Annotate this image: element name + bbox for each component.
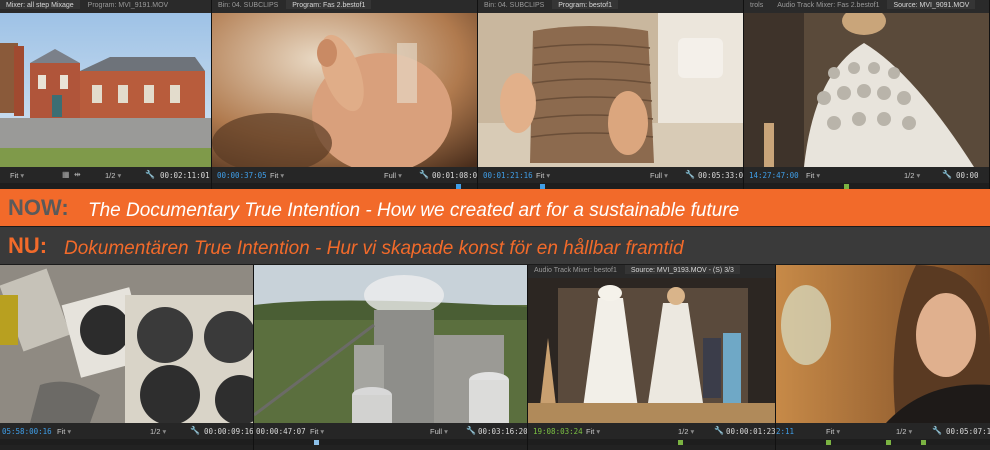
video-frame-cardboard-sculpture — [478, 13, 743, 167]
monitor-panel-4: trols Audio Track Mixer: Fas 2.bestof1 S… — [744, 0, 990, 189]
zoom-dropdown[interactable]: Fit — [536, 171, 550, 180]
monitor-controls: 00:00:47:07 Fit Full 🔧 00:03:16:20 — [254, 423, 527, 439]
video-frame-woman-portrait — [776, 265, 990, 423]
marker[interactable] — [921, 440, 926, 445]
monitor-panel-1: Mixer: all step Mixage Program: MVI_9191… — [0, 0, 212, 189]
resolution-dropdown[interactable]: 1/2 — [678, 427, 694, 436]
monitor-controls: Fit ▦ ⇹ 1/2 🔧 00:02:11:01 — [0, 167, 211, 183]
settings-icon[interactable]: ▦ — [62, 170, 70, 179]
resolution-dropdown[interactable]: Full — [384, 171, 402, 180]
timecode-duration: 00:00 — [956, 171, 979, 180]
in-marker[interactable] — [826, 440, 831, 445]
timecode-duration: 00:03:16:20 — [478, 427, 528, 436]
banner-title: The Documentary True Intention - How we … — [88, 200, 740, 221]
playhead[interactable] — [314, 440, 319, 445]
panel-tab[interactable]: trols — [744, 0, 769, 9]
in-marker[interactable] — [678, 440, 683, 445]
monitor-panel-6: 00:00:47:07 Fit Full 🔧 00:03:16:20 — [254, 265, 528, 450]
monitor-controls: 14:27:47:00 Fit 1/2 🔧 00:00 — [744, 167, 989, 183]
panel-tabs: trols Audio Track Mixer: Fas 2.bestof1 S… — [744, 0, 989, 14]
video-frame-exhibition — [528, 278, 775, 423]
scrub-bar[interactable] — [254, 439, 527, 445]
out-marker[interactable] — [886, 440, 891, 445]
banner-english: NOW: The Documentary True Intention - Ho… — [0, 189, 990, 226]
wrench-icon[interactable]: 🔧 — [932, 426, 942, 435]
banner-label: NOW: — [8, 195, 69, 220]
resolution-dropdown[interactable]: 1/2 — [105, 171, 121, 180]
panel-tab[interactable]: Audio Track Mixer: Fas 2.bestof1 — [771, 0, 885, 9]
zoom-dropdown[interactable]: Fit — [586, 427, 600, 436]
timecode-current: 14:27:47:00 — [749, 171, 799, 180]
timecode-duration: 00:05:33:06 — [698, 171, 744, 180]
banner-label: NU: — [8, 233, 48, 258]
wrench-icon[interactable]: 🔧 — [685, 170, 695, 179]
insert-icon[interactable]: ⇹ — [74, 170, 81, 179]
timecode-current: 00:00:47:07 — [256, 427, 306, 436]
panel-tab[interactable]: Source: MVI_9193.MOV - (S) 3/3 — [624, 265, 740, 274]
monitor-panel-5: 05:58:00:16 Fit 1/2 🔧 00:00:09:16 — [0, 265, 254, 450]
timecode-current: 00:01:21:16 — [483, 171, 533, 180]
resolution-dropdown[interactable]: Full — [430, 427, 448, 436]
panel-tab[interactable]: Program: bestof1 — [552, 0, 618, 9]
resolution-dropdown[interactable]: 1/2 — [896, 427, 912, 436]
panel-tabs: Mixer: all step Mixage Program: MVI_9191… — [0, 0, 211, 14]
wrench-icon[interactable]: 🔧 — [190, 426, 200, 435]
timecode-current: 2:11 — [776, 427, 795, 436]
video-frame-paper-dress — [744, 13, 989, 167]
scrub-bar[interactable] — [528, 439, 775, 445]
banner-title: Dokumentären True Intention - Hur vi ska… — [64, 238, 684, 259]
monitor-controls: 19:08:03:24 Fit 1/2 🔧 00:00:01:23 — [528, 423, 775, 439]
panel-tab[interactable]: Source: MVI_9091.MOV — [887, 0, 976, 9]
panel-tab[interactable]: Program: MVI_9191.MOV — [82, 0, 175, 9]
zoom-dropdown[interactable]: Fit — [10, 171, 24, 180]
timecode-duration: 00:01:08:05 — [432, 171, 478, 180]
scrub-bar[interactable] — [0, 439, 253, 445]
wrench-icon[interactable]: 🔧 — [942, 170, 952, 179]
monitor-controls: 00:00:37:05 Fit Full 🔧 00:01:08:05 — [212, 167, 477, 183]
timecode-duration: 00:02:11:01 — [160, 171, 210, 180]
zoom-dropdown[interactable]: Fit — [57, 427, 71, 436]
panel-tab[interactable]: Mixer: all step Mixage — [0, 0, 80, 9]
panel-tab[interactable]: Program: Fas 2.bestof1 — [286, 0, 372, 9]
video-frame-paper-mill — [254, 265, 527, 423]
timecode-duration: 00:00:01:23 — [726, 427, 776, 436]
wrench-icon[interactable]: 🔧 — [714, 426, 724, 435]
timecode-current: 05:58:00:16 — [2, 427, 52, 436]
scrub-bar[interactable] — [776, 439, 990, 445]
timecode-current: 19:08:03:24 — [533, 427, 583, 436]
banner-swedish: NU: Dokumentären True Intention - Hur vi… — [0, 227, 990, 264]
monitor-panel-7: Audio Track Mixer: bestof1 Source: MVI_9… — [528, 265, 776, 450]
wrench-icon[interactable]: 🔧 — [466, 426, 476, 435]
panel-tab[interactable]: Bin: 04. SUBCLIPS — [212, 0, 284, 9]
panel-tabs: Bin: 04. SUBCLIPS Program: Fas 2.bestof1 — [212, 0, 477, 14]
monitor-panel-2: Bin: 04. SUBCLIPS Program: Fas 2.bestof1… — [212, 0, 478, 189]
timecode-duration: 00:05:07:1 — [946, 427, 990, 436]
resolution-dropdown[interactable]: 1/2 — [904, 171, 920, 180]
zoom-dropdown[interactable]: Fit — [806, 171, 820, 180]
video-frame-spray-stencils — [0, 265, 253, 423]
video-frame-brick-house — [0, 13, 211, 167]
monitor-controls: 2:11 Fit 1/2 🔧 00:05:07:1 — [776, 423, 990, 439]
wrench-icon[interactable]: 🔧 — [145, 170, 155, 179]
panel-tabs: Bin: 04. SUBCLIPS Program: bestof1 — [478, 0, 743, 14]
panel-tab[interactable]: Audio Track Mixer: bestof1 — [528, 265, 623, 274]
monitor-panel-3: Bin: 04. SUBCLIPS Program: bestof1 00:01… — [478, 0, 744, 189]
panel-tabs: Audio Track Mixer: bestof1 Source: MVI_9… — [528, 265, 775, 279]
panel-tab[interactable]: Bin: 04. SUBCLIPS — [478, 0, 550, 9]
monitor-controls: 05:58:00:16 Fit 1/2 🔧 00:00:09:16 — [0, 423, 253, 439]
zoom-dropdown[interactable]: Fit — [826, 427, 840, 436]
monitor-panel-8: 2:11 Fit 1/2 🔧 00:05:07:1 — [776, 265, 990, 450]
timecode-current: 00:00:37:05 — [217, 171, 267, 180]
resolution-dropdown[interactable]: 1/2 — [150, 427, 166, 436]
video-frame-hands-craft — [212, 13, 477, 167]
wrench-icon[interactable]: 🔧 — [419, 170, 429, 179]
timecode-duration: 00:00:09:16 — [204, 427, 254, 436]
zoom-dropdown[interactable]: Fit — [270, 171, 284, 180]
resolution-dropdown[interactable]: Full — [650, 171, 668, 180]
zoom-dropdown[interactable]: Fit — [310, 427, 324, 436]
monitor-controls: 00:01:21:16 Fit Full 🔧 00:05:33:06 — [478, 167, 743, 183]
